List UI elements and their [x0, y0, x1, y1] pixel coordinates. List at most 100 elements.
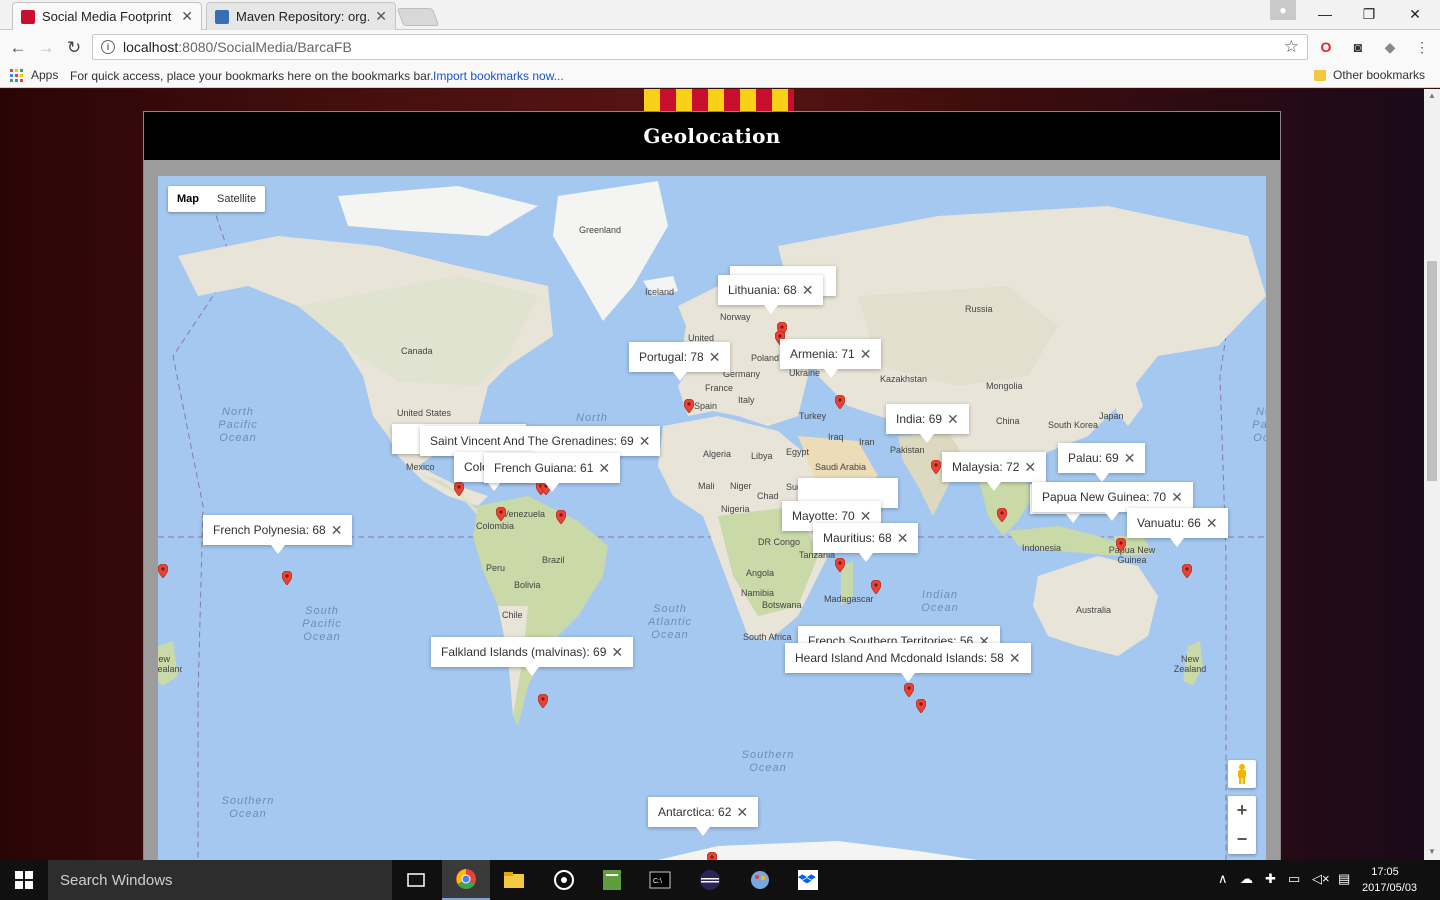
close-icon[interactable]: ✕	[639, 433, 651, 450]
address-bar[interactable]: i localhost:8080/SocialMedia/BarcaFB ☆	[92, 34, 1308, 60]
infowindow-text: Mayotte: 70	[792, 509, 855, 523]
close-icon[interactable]: ✕	[1206, 515, 1218, 532]
close-icon[interactable]: ✕	[897, 530, 909, 547]
paint-app-icon[interactable]	[736, 860, 784, 900]
extension-icon[interactable]: ◆	[1381, 38, 1399, 56]
social-favicon-icon	[21, 9, 35, 24]
profile-icon[interactable]: ●	[1270, 0, 1296, 20]
other-bookmarks-button[interactable]: Other bookmarks	[1314, 68, 1425, 82]
file-explorer-icon[interactable]	[490, 860, 538, 900]
ocean-indian: Indian Ocean	[921, 589, 959, 614]
map-type-map-button[interactable]: Map	[168, 186, 208, 212]
map-marker-malaysia[interactable]	[997, 508, 1007, 522]
infowindow-armenia: Armenia: 71 ✕	[780, 339, 882, 378]
info-icon[interactable]: i	[101, 40, 115, 54]
infowindow-palau: Palau: 69 ✕	[1058, 443, 1146, 482]
new-tab-button[interactable]	[396, 8, 440, 26]
zoom-in-button[interactable]: +	[1228, 796, 1256, 825]
volume-muted-icon[interactable]: ◁×	[1312, 871, 1330, 887]
task-view-icon[interactable]	[392, 860, 440, 900]
import-bookmarks-link[interactable]: Import bookmarks now...	[433, 69, 564, 83]
close-icon[interactable]: ✕	[1009, 650, 1021, 667]
close-icon[interactable]: ✕	[860, 508, 872, 525]
tray-app-icon[interactable]: ✚	[1265, 871, 1276, 887]
ocean-north-pacific-right: North Pacific Ocean	[1252, 406, 1266, 444]
start-button[interactable]	[0, 860, 48, 900]
infowindow-text: French Polynesia: 68	[213, 523, 326, 537]
map-marker-mexico[interactable]	[454, 482, 464, 496]
label-dr-congo: DR Congo	[758, 537, 801, 547]
taskbar-search[interactable]: Search Windows	[48, 860, 392, 900]
infowindow-text: Papua New Guinea: 70	[1042, 490, 1167, 504]
map-marker-mayotte[interactable]	[835, 558, 845, 572]
street-view-pegman-icon[interactable]	[1228, 760, 1256, 788]
label-brazil: Brazil	[542, 555, 565, 565]
tab-social-media[interactable]: Social Media Footprint ✕	[12, 2, 202, 30]
map-marker-french-southern[interactable]	[904, 683, 914, 697]
close-icon[interactable]: ✕	[709, 349, 721, 366]
close-tab-icon[interactable]: ✕	[181, 8, 193, 25]
map-marker-antarctica[interactable]	[707, 852, 717, 860]
map-marker-colombia[interactable]	[496, 507, 506, 521]
map-marker-png[interactable]	[1116, 538, 1126, 552]
eclipse-icon[interactable]	[686, 860, 734, 900]
scroll-up-icon[interactable]: ▲	[1428, 91, 1436, 100]
system-clock[interactable]: 17:05 2017/05/03	[1362, 864, 1417, 896]
map-marker-india[interactable]	[931, 460, 941, 474]
label-venezuela: Venezuela	[503, 509, 546, 519]
map-marker-french-polynesia[interactable]	[282, 571, 292, 585]
terminal-icon[interactable]: C:\	[636, 860, 684, 900]
map-type-satellite-button[interactable]: Satellite	[208, 186, 265, 212]
pocket-icon[interactable]: ◙	[1349, 38, 1367, 56]
minimize-button[interactable]: —	[1302, 0, 1348, 28]
map-marker-mauritius[interactable]	[871, 580, 881, 594]
map-marker-portugal[interactable]	[684, 399, 694, 413]
cloud-icon[interactable]: ☁	[1240, 871, 1253, 887]
map-marker-heard[interactable]	[916, 699, 926, 713]
restore-button[interactable]: ❐	[1346, 0, 1392, 28]
tray-overflow-icon[interactable]: ∧	[1218, 871, 1228, 887]
close-icon[interactable]: ✕	[1171, 489, 1183, 506]
media-app-icon[interactable]	[540, 860, 588, 900]
map-marker-vanuatu[interactable]	[1182, 564, 1192, 578]
close-icon[interactable]: ✕	[947, 411, 959, 428]
infowindow-lithuania: Lithuania: 68 ✕	[718, 275, 824, 314]
map-marker-pacific-left[interactable]	[158, 564, 168, 578]
map-marker-falkland[interactable]	[538, 694, 548, 708]
forward-button[interactable]: →	[35, 37, 57, 59]
apps-button[interactable]: Apps	[10, 68, 58, 82]
reload-button[interactable]: ↻	[63, 37, 85, 59]
close-icon[interactable]: ✕	[802, 282, 814, 299]
map-marker-french-guiana[interactable]	[556, 510, 566, 524]
dropbox-icon[interactable]	[784, 860, 832, 900]
tab-maven[interactable]: Maven Repository: org.m ✕	[206, 2, 396, 30]
clock-time: 17:05	[1371, 866, 1399, 878]
notifications-icon[interactable]: ▤	[1338, 871, 1350, 887]
close-icon[interactable]: ✕	[598, 460, 610, 477]
page-scrollbar[interactable]: ▲ ▼	[1424, 89, 1440, 860]
close-icon[interactable]: ✕	[860, 346, 872, 363]
zoom-out-button[interactable]: −	[1228, 825, 1256, 854]
label-libya: Libya	[751, 451, 773, 461]
close-icon[interactable]: ✕	[1124, 450, 1136, 467]
label-norway: Norway	[720, 312, 751, 322]
opera-icon[interactable]: O	[1317, 38, 1335, 56]
menu-icon[interactable]: ⋮	[1413, 38, 1431, 56]
close-icon[interactable]: ✕	[1024, 459, 1036, 476]
close-icon[interactable]: ✕	[331, 522, 343, 539]
scroll-down-icon[interactable]: ▼	[1428, 847, 1436, 856]
label-peru: Peru	[486, 563, 506, 573]
scrollbar-thumb[interactable]	[1427, 261, 1437, 481]
close-icon[interactable]: ✕	[736, 804, 748, 821]
editor-app-icon[interactable]	[588, 860, 636, 900]
back-button[interactable]: ←	[7, 37, 29, 59]
chrome-taskbar-icon[interactable]	[442, 860, 490, 900]
network-icon[interactable]: ▭	[1288, 871, 1300, 887]
close-icon[interactable]: ✕	[611, 644, 623, 661]
close-tab-icon[interactable]: ✕	[375, 8, 387, 25]
bookmark-star-icon[interactable]: ☆	[1284, 37, 1299, 57]
close-window-button[interactable]: ✕	[1392, 0, 1438, 28]
world-map[interactable]: Map Satellite Greenland Iceland Norway R…	[158, 176, 1266, 860]
apps-grid-icon	[10, 68, 23, 82]
map-marker-armenia[interactable]	[835, 395, 845, 409]
